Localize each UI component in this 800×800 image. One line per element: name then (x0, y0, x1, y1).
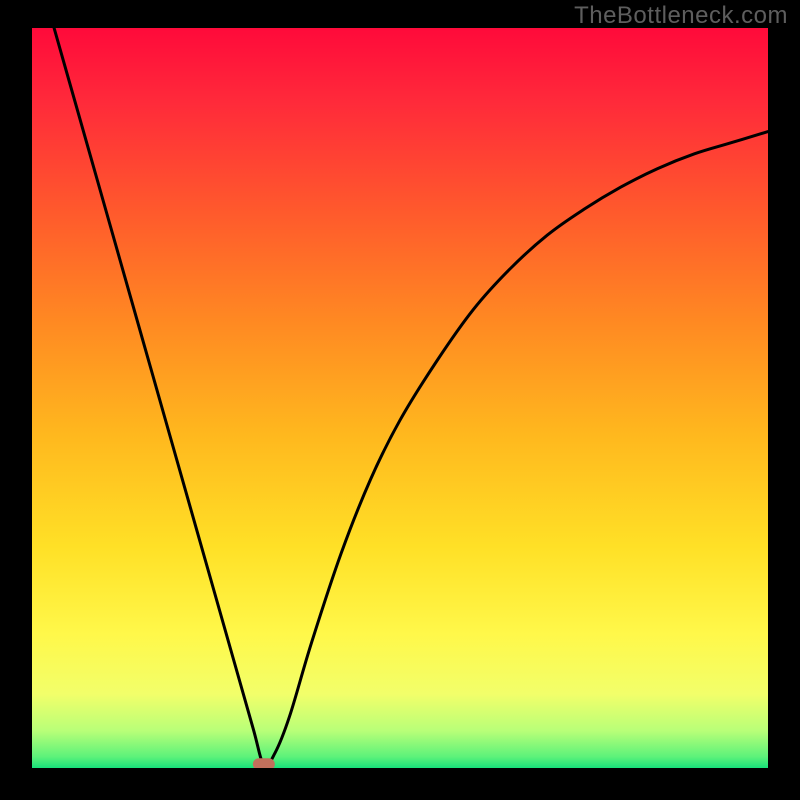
watermark-text: TheBottleneck.com (574, 2, 788, 30)
gradient-background (32, 28, 768, 768)
chart-frame: TheBottleneck.com (0, 0, 800, 800)
plot-area (32, 28, 768, 768)
chart-svg (32, 28, 768, 768)
minimum-marker (253, 758, 275, 768)
